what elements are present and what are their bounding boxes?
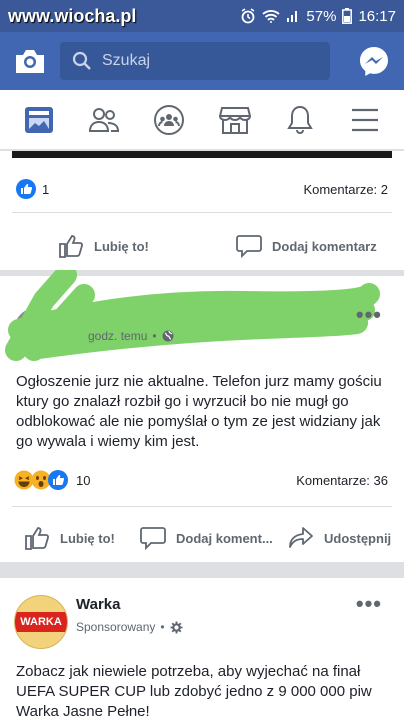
battery-icon xyxy=(342,8,353,24)
news-feed-icon xyxy=(24,106,53,133)
messenger-icon[interactable] xyxy=(358,45,390,77)
like-label: Lubię to! xyxy=(94,238,149,254)
post-options-icon[interactable]: ••• xyxy=(356,302,382,328)
facebook-app: www.wiocha.pl 57% 16:17 Szukaj 1 Komenta… xyxy=(0,0,404,720)
post-time[interactable]: godz. temu xyxy=(88,329,147,343)
reaction-summary[interactable]: 10 xyxy=(14,470,90,490)
tab-friends[interactable] xyxy=(78,94,130,146)
share-icon xyxy=(289,527,313,548)
globe-icon xyxy=(162,330,174,342)
post-options-icon[interactable]: ••• xyxy=(356,591,382,617)
divider xyxy=(12,212,392,213)
tab-news-feed[interactable] xyxy=(13,94,65,146)
clock: 16:17 xyxy=(358,7,396,25)
status-bar: www.wiocha.pl 57% 16:17 xyxy=(0,0,404,32)
search-placeholder: Szukaj xyxy=(102,52,151,69)
reaction-count: 1 xyxy=(42,181,50,197)
marketplace-icon xyxy=(218,106,251,134)
comment-button[interactable]: Dodaj komentarz xyxy=(236,234,377,258)
post-body: Ogłoszenie jurz nie aktualne. Telefon ju… xyxy=(16,373,382,450)
page-name[interactable]: Warka xyxy=(76,596,120,613)
groups-icon xyxy=(154,104,185,135)
post-card-2: godz. temu • ••• Ogłoszenie jurz nie akt… xyxy=(0,270,404,562)
comment-icon xyxy=(236,235,262,258)
like-button[interactable]: Lubię to! xyxy=(58,233,149,259)
warka-logo: WARKA xyxy=(15,612,67,632)
comment-icon xyxy=(140,527,166,550)
divider xyxy=(12,506,392,507)
watermark: www.wiocha.pl xyxy=(8,5,137,26)
comment-label: Dodaj komentarz xyxy=(272,238,377,254)
sponsored-label[interactable]: Sponsorowany xyxy=(76,620,155,634)
post-card-3: WARKA Warka Sponsorowany • ••• Zobacz ja… xyxy=(0,578,404,720)
comment-count[interactable]: Komentarze: 2 xyxy=(303,182,388,197)
search-input[interactable]: Szukaj xyxy=(60,42,330,80)
post-image-edge xyxy=(12,151,392,158)
tab-marketplace[interactable] xyxy=(209,94,261,146)
camera-icon[interactable] xyxy=(14,47,46,75)
signal-icon xyxy=(287,11,298,22)
status-icons: 57% 16:17 xyxy=(240,8,396,25)
tab-notifications[interactable] xyxy=(274,94,326,146)
meta-separator: • xyxy=(152,329,157,343)
comment-button[interactable]: Dodaj koment... xyxy=(140,526,273,550)
author-scribble xyxy=(5,270,380,361)
thumbs-up-icon xyxy=(59,235,83,258)
post-meta: godz. temu • xyxy=(88,329,174,343)
like-reaction-icon xyxy=(16,179,36,199)
wifi-icon xyxy=(262,10,281,23)
reaction-count: 10 xyxy=(76,472,91,488)
comment-count[interactable]: Komentarze: 36 xyxy=(296,473,388,488)
sponsored-meta: Sponsorowany • xyxy=(76,620,183,634)
meta-separator: • xyxy=(160,620,165,634)
nav-bar xyxy=(0,90,404,150)
post-body: Zobacz jak niewiele potrzeba, aby wyjech… xyxy=(16,663,372,720)
like-label: Lubię to! xyxy=(60,530,115,546)
like-reaction-icon xyxy=(48,470,68,490)
comment-label: Dodaj koment... xyxy=(176,530,273,546)
top-bar: Szukaj xyxy=(0,32,404,90)
alarm-icon xyxy=(241,8,255,24)
gear-icon xyxy=(170,621,183,633)
thumbs-up-icon xyxy=(25,527,49,550)
tab-menu[interactable] xyxy=(339,94,391,146)
friends-icon xyxy=(88,107,119,132)
search-icon xyxy=(72,51,91,70)
post-card-1: 1 Komentarze: 2 Lubię to! Dodaj komentar… xyxy=(0,151,404,270)
tab-groups[interactable] xyxy=(143,94,195,146)
reaction-summary[interactable]: 1 xyxy=(16,179,49,199)
page-logo[interactable]: WARKA xyxy=(14,595,68,649)
battery-percent: 57% xyxy=(306,7,337,25)
like-button[interactable]: Lubię to! xyxy=(24,525,115,551)
bell-icon xyxy=(287,105,313,134)
share-button[interactable]: Udostępnij xyxy=(288,526,391,550)
hamburger-menu-icon xyxy=(352,108,379,131)
share-label: Udostępnij xyxy=(324,530,392,546)
